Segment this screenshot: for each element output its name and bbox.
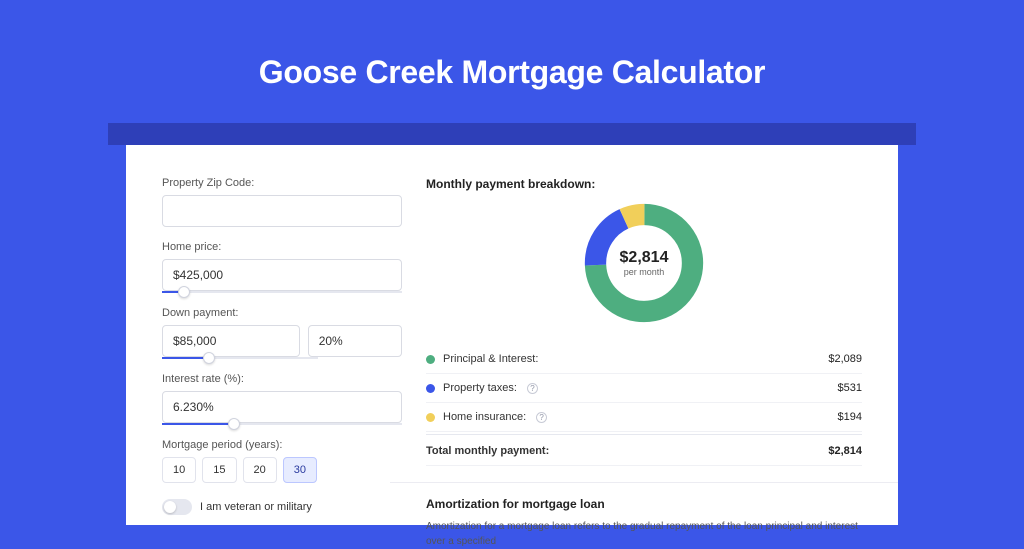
home-price-slider-thumb[interactable] <box>178 286 190 298</box>
donut-sub: per month <box>620 267 669 277</box>
mortgage-period-label: Mortgage period (years): <box>162 439 402 451</box>
legend-label: Home insurance: <box>443 411 526 423</box>
amortization-title: Amortization for mortgage loan <box>426 497 862 511</box>
down-payment-slider[interactable] <box>162 357 318 359</box>
total-value: $2,814 <box>828 445 862 457</box>
down-payment-amount-input[interactable] <box>162 325 300 357</box>
form-column: Property Zip Code: Home price: Down paym… <box>162 177 402 525</box>
veteran-label: I am veteran or military <box>200 501 312 513</box>
mortgage-period-field: Mortgage period (years): 10 15 20 30 <box>162 439 402 483</box>
total-label: Total monthly payment: <box>426 445 549 457</box>
home-price-label: Home price: <box>162 241 402 253</box>
interest-rate-slider[interactable] <box>162 423 402 425</box>
veteran-toggle-row: I am veteran or military <box>162 499 402 515</box>
amortization-text: Amortization for a mortgage loan refers … <box>426 519 862 549</box>
interest-rate-label: Interest rate (%): <box>162 373 402 385</box>
legend-label: Property taxes: <box>443 382 517 394</box>
help-icon[interactable]: ? <box>527 383 538 394</box>
dot-icon <box>426 355 435 364</box>
period-option-30[interactable]: 30 <box>283 457 317 483</box>
home-price-input[interactable] <box>162 259 402 291</box>
period-option-10[interactable]: 10 <box>162 457 196 483</box>
down-payment-percent-input[interactable] <box>308 325 402 357</box>
page-title: Goose Creek Mortgage Calculator <box>0 54 1024 91</box>
zip-field: Property Zip Code: <box>162 177 402 227</box>
interest-rate-input[interactable] <box>162 391 402 423</box>
mortgage-period-options: 10 15 20 30 <box>162 457 402 483</box>
period-option-15[interactable]: 15 <box>202 457 236 483</box>
donut-center: $2,814 per month <box>620 249 669 277</box>
dot-icon <box>426 384 435 393</box>
down-payment-label: Down payment: <box>162 307 402 319</box>
header-shadow-band <box>108 123 916 145</box>
zip-input[interactable] <box>162 195 402 227</box>
home-price-field: Home price: <box>162 241 402 293</box>
zip-label: Property Zip Code: <box>162 177 402 189</box>
legend-value: $531 <box>838 382 862 394</box>
donut-chart-wrap: $2,814 per month <box>426 199 862 327</box>
down-payment-slider-thumb[interactable] <box>203 352 215 364</box>
dot-icon <box>426 413 435 422</box>
legend-value: $194 <box>838 411 862 423</box>
legend-label: Principal & Interest: <box>443 353 538 365</box>
breakdown-column: Monthly payment breakdown: $2,814 per mo… <box>426 177 862 525</box>
legend-row-principal: Principal & Interest: $2,089 <box>426 345 862 374</box>
breakdown-title: Monthly payment breakdown: <box>426 177 862 191</box>
veteran-toggle[interactable] <box>162 499 192 515</box>
donut-amount: $2,814 <box>620 249 669 267</box>
interest-rate-slider-thumb[interactable] <box>228 418 240 430</box>
legend-row-total: Total monthly payment: $2,814 <box>426 434 862 466</box>
interest-rate-field: Interest rate (%): <box>162 373 402 425</box>
home-price-slider[interactable] <box>162 291 402 293</box>
period-option-20[interactable]: 20 <box>243 457 277 483</box>
section-divider <box>390 482 898 483</box>
calculator-panel: Property Zip Code: Home price: Down paym… <box>126 145 898 525</box>
help-icon[interactable]: ? <box>536 412 547 423</box>
legend-row-taxes: Property taxes: ? $531 <box>426 374 862 403</box>
down-payment-field: Down payment: <box>162 307 402 359</box>
legend-value: $2,089 <box>828 353 862 365</box>
legend-row-insurance: Home insurance: ? $194 <box>426 403 862 432</box>
